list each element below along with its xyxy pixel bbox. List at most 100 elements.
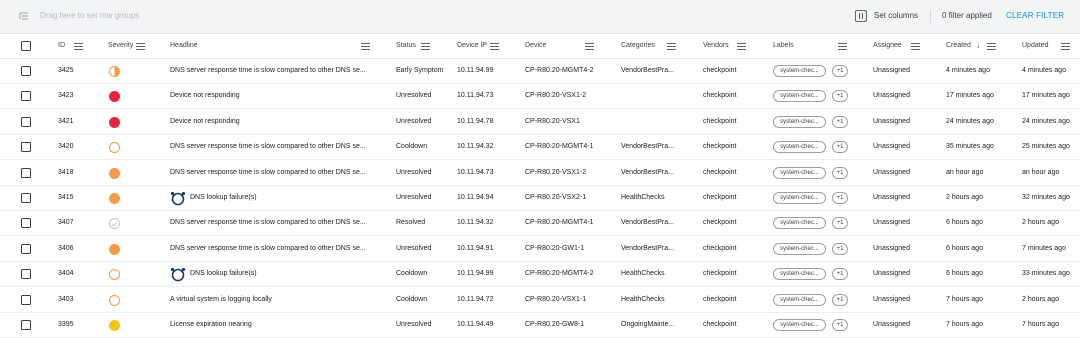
incident-headline-link[interactable]: DNS server response time is slow compare… [170,245,366,252]
more-labels-chip[interactable]: +1 [832,268,848,281]
more-labels-chip[interactable]: +1 [832,65,848,77]
table-row[interactable]: 3423 Device not responding Unresolved 10.11… [0,84,1080,110]
more-labels-chip[interactable]: +1 [832,192,848,204]
incident-headline-link[interactable]: DNS server response time is slow compare… [170,143,366,150]
table-row[interactable]: 3404 DNS lookup failure(s) Cooldown 10.11.9… [0,262,1080,288]
more-labels-chip[interactable]: +1 [832,166,848,179]
incident-headline-link[interactable]: Device not responding [170,92,240,99]
more-labels-chip[interactable]: +1 [832,293,848,306]
column-menu-icon[interactable] [136,43,145,50]
updated-time: 24 minutes ago [1022,117,1070,125]
device-name: CP-R80.20-GW8-1 [525,321,585,328]
column-header-categories[interactable]: Categories [621,42,655,49]
sort-descending-icon[interactable]: ↓ [976,40,981,50]
label-chip[interactable]: system-chec... [773,192,826,204]
category: VendorBestPra... [621,219,674,227]
table-row[interactable]: 3406 DNS server response time is slow com… [0,237,1080,262]
table-row[interactable]: 3425 DNS server response time is slow com… [0,59,1080,84]
column-menu-icon[interactable] [74,43,83,50]
column-header-id[interactable]: ID [58,42,65,49]
incident-headline-link[interactable]: DNS lookup failure(s) [190,270,257,277]
table-row[interactable]: 3420 DNS server response time is slow com… [0,135,1080,161]
incident-status: Unresolved [396,321,432,328]
column-menu-icon[interactable] [987,43,996,50]
table-row[interactable]: 3415 DNS lookup failure(s) Unresolved 10.11… [0,186,1080,211]
incident-id: 3425 [58,67,74,74]
columns-icon[interactable] [855,10,867,22]
column-header-vendors[interactable]: Vendors [703,42,729,49]
select-all-checkbox[interactable] [21,41,31,51]
column-menu-icon[interactable] [911,43,920,50]
assignee: Unassigned [873,270,910,278]
more-labels-chip[interactable]: +1 [832,115,848,128]
column-header-status[interactable]: Status [396,42,416,49]
incident-status: Early Symptom [396,67,444,74]
clear-filter-button[interactable]: CLEAR FILTER [1006,11,1064,20]
table-row[interactable]: 3395 License expiration nearing Unresolved… [0,313,1080,338]
vendor: checkpoint [703,143,737,151]
column-menu-icon[interactable] [667,43,676,50]
column-menu-icon[interactable] [1061,43,1070,50]
table-row[interactable]: 3418 DNS server response time is slow com… [0,161,1080,186]
label-chip[interactable]: system-chec... [773,65,826,77]
device-name: CP-R80.20-GW1-1 [525,244,585,252]
label-chip[interactable]: system-chec... [773,115,826,128]
table-row[interactable]: 3403 A virtual system is logging locally C… [0,288,1080,313]
row-checkbox[interactable] [21,167,31,178]
row-group-drop-zone[interactable]: Drag here to set row groups [40,11,139,20]
label-chip[interactable]: system-chec... [773,90,826,103]
row-checkbox[interactable] [21,66,31,76]
incident-headline-link[interactable]: Device not responding [170,118,240,125]
label-chip[interactable]: system-chec... [773,217,826,230]
label-chip[interactable]: system-chec... [773,242,826,255]
column-menu-icon[interactable] [490,43,499,50]
incident-status: Cooldown [396,143,428,151]
more-labels-chip[interactable]: +1 [832,319,848,331]
column-menu-icon[interactable] [585,43,594,50]
incident-headline-link[interactable]: DNS server response time is slow compare… [170,219,366,226]
incident-headline-link[interactable]: DNS server response time is slow compare… [170,169,366,176]
incident-headline-link[interactable]: DNS lookup failure(s) [190,194,257,201]
more-labels-chip[interactable]: +1 [832,217,848,230]
column-header-device[interactable]: Device [525,42,546,49]
column-header-updated[interactable]: Updated [1022,42,1048,49]
more-labels-chip[interactable]: +1 [832,141,848,154]
column-header-created[interactable]: Created [946,42,971,49]
severity-red-icon [109,91,120,103]
incident-headline-link[interactable]: License expiration nearing [170,321,252,328]
column-menu-icon[interactable] [838,43,847,50]
row-checkbox[interactable] [21,116,31,127]
updated-time: 7 hours ago [1022,321,1059,328]
column-header-severity[interactable]: Severity [108,42,133,49]
row-checkbox[interactable] [21,294,31,305]
more-labels-chip[interactable]: +1 [832,90,848,103]
column-menu-icon[interactable] [361,43,370,50]
label-chip[interactable]: system-chec... [773,166,826,179]
column-header-headline[interactable]: Headline [170,42,198,49]
more-labels-chip[interactable]: +1 [832,242,848,255]
label-chip[interactable]: system-chec... [773,141,826,154]
incident-headline-link[interactable]: A virtual system is logging locally [170,296,272,303]
row-checkbox[interactable] [21,218,31,229]
label-chip[interactable]: system-chec... [773,268,826,281]
row-checkbox[interactable] [21,193,31,203]
label-chip[interactable]: system-chec... [773,293,826,306]
vendor: checkpoint [703,92,737,100]
set-columns-button[interactable]: Set columns [874,11,918,20]
table-row[interactable]: 3407 DNS server response time is slow com… [0,211,1080,237]
row-checkbox[interactable] [21,243,31,254]
incident-headline-link[interactable]: DNS server response time is slow compare… [170,67,366,74]
row-checkbox[interactable] [21,320,31,330]
row-checkbox[interactable] [21,91,31,102]
column-menu-icon[interactable] [737,43,746,50]
column-header-device-ip[interactable]: Device IP [457,42,487,49]
column-header-assignee[interactable]: Assignee [873,42,902,49]
table-row[interactable]: 3421 Device not responding Unresolved 10.11… [0,110,1080,135]
column-header-labels[interactable]: Labels [773,42,794,49]
updated-time: 7 minutes ago [1022,244,1066,252]
label-chip[interactable]: system-chec... [773,319,826,331]
row-checkbox[interactable] [21,142,31,153]
column-menu-icon[interactable] [421,43,430,50]
healthcheck-icon [170,191,186,206]
row-checkbox[interactable] [21,269,31,280]
